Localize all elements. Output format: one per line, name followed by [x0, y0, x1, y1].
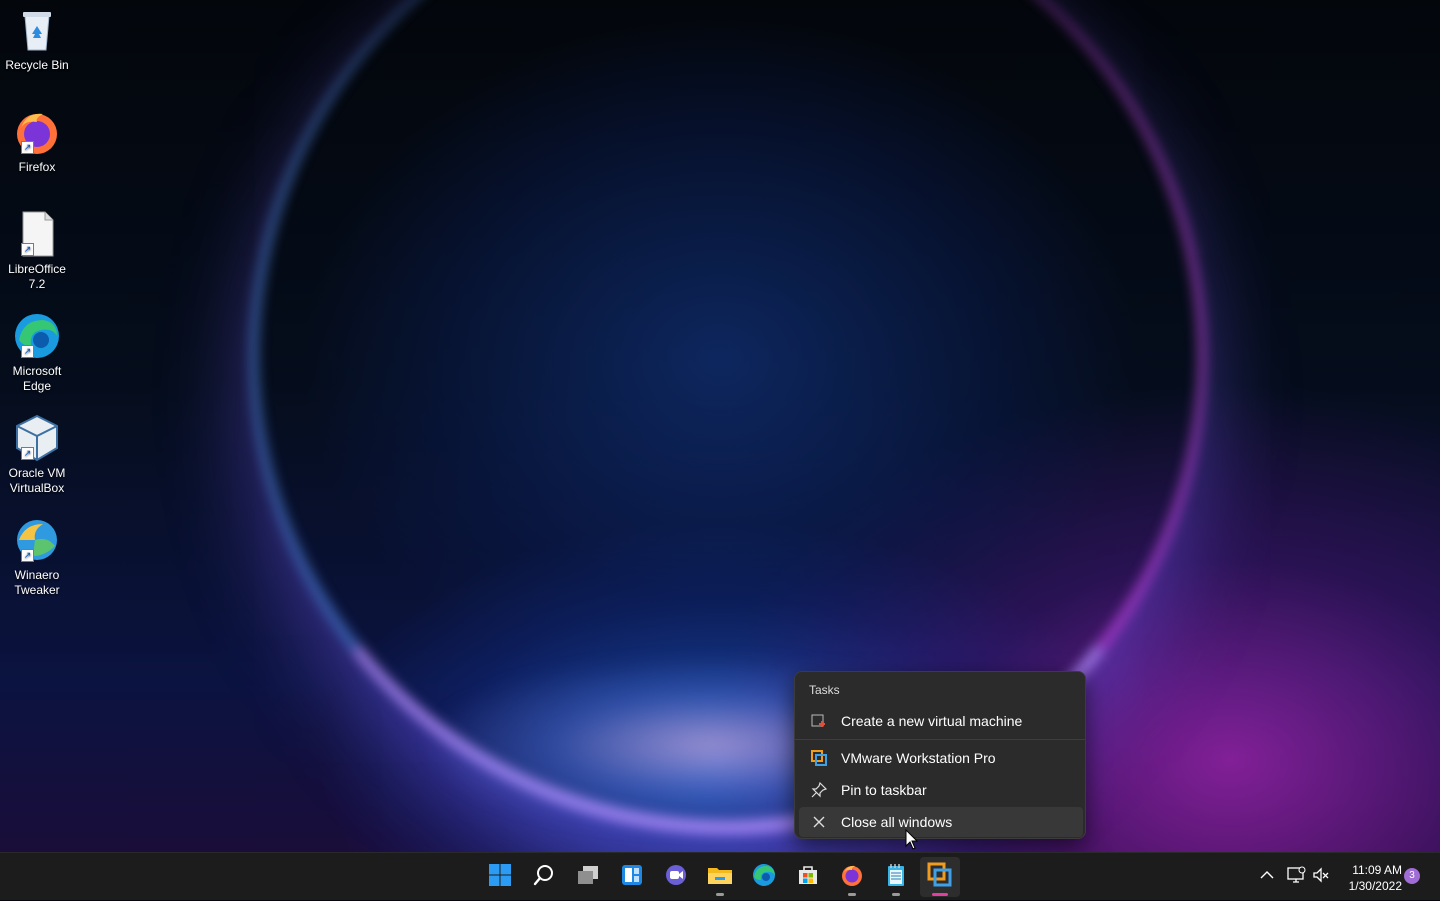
- taskbar-vmware-button[interactable]: [920, 857, 960, 897]
- store-icon: [796, 863, 820, 892]
- taskbar-clock[interactable]: 11:09 AM 1/30/2022: [1336, 862, 1402, 894]
- close-icon: [811, 814, 827, 830]
- notification-count-badge[interactable]: 3: [1404, 868, 1420, 884]
- taskbar-file-explorer-button[interactable]: [700, 857, 740, 897]
- windows-start-icon: [488, 863, 512, 892]
- widgets-icon: [620, 863, 644, 892]
- recycle-bin-icon: [13, 6, 61, 54]
- running-indicator: [892, 893, 900, 896]
- volume-muted-icon: [1312, 866, 1330, 889]
- menu-item-label: Create a new virtual machine: [841, 713, 1023, 729]
- menu-item-pin-to-taskbar[interactable]: Pin to taskbar: [799, 775, 1083, 805]
- libreoffice-icon: ↗: [13, 210, 61, 258]
- desktop-icon-label: Recycle Bin: [5, 58, 69, 72]
- clock-date: 1/30/2022: [1348, 879, 1402, 893]
- search-icon: [532, 863, 556, 892]
- taskbar-jump-list: Tasks Create a new virtual machine VMwar…: [794, 671, 1086, 839]
- new-vm-icon: [811, 713, 827, 729]
- desktop-icon-edge[interactable]: ↗ Microsoft Edge: [2, 312, 72, 394]
- clock-time: 11:09 AM: [1352, 863, 1402, 877]
- taskbar-start-button[interactable]: [480, 857, 520, 897]
- desktop-icon-recycle-bin[interactable]: Recycle Bin: [2, 6, 72, 73]
- chevron-up-icon: [1258, 866, 1276, 889]
- tray-volume-button[interactable]: [1312, 853, 1330, 901]
- firefox-icon: [840, 863, 864, 892]
- desktop-icon-label: Microsoft Edge: [12, 364, 62, 393]
- jump-list-section-title: Tasks: [809, 683, 840, 697]
- menu-item-label: Close all windows: [841, 814, 953, 830]
- task-view-icon: [576, 863, 600, 892]
- menu-divider: [795, 739, 1085, 740]
- winaero-tweaker-icon: ↗: [13, 516, 61, 564]
- desktop-icon-label: LibreOffice 7.2: [8, 262, 66, 291]
- desktop-icon-libreoffice[interactable]: ↗ LibreOffice 7.2: [2, 210, 72, 292]
- vmware-icon: [811, 750, 827, 766]
- taskbar-search-button[interactable]: [524, 857, 564, 897]
- shortcut-arrow-icon: ↗: [21, 243, 34, 256]
- shortcut-arrow-icon: ↗: [21, 549, 34, 562]
- taskbar-task-view-button[interactable]: [568, 857, 608, 897]
- tray-overflow-button[interactable]: [1258, 853, 1276, 901]
- active-indicator: [932, 893, 948, 896]
- desktop-icon-virtualbox[interactable]: ↗ Oracle VM VirtualBox: [2, 414, 72, 496]
- shortcut-arrow-icon: ↗: [21, 447, 34, 460]
- taskbar-firefox-button[interactable]: [832, 857, 872, 897]
- menu-item-label: Pin to taskbar: [841, 782, 927, 798]
- desktop-icon-label: Oracle VM VirtualBox: [8, 466, 66, 495]
- desktop-icon-firefox[interactable]: ↗ Firefox: [2, 108, 72, 175]
- teams-chat-icon: [664, 863, 688, 892]
- menu-item-create-new-vm[interactable]: Create a new virtual machine: [799, 706, 1083, 736]
- vmware-icon: [927, 862, 953, 893]
- file-explorer-icon: [707, 863, 733, 892]
- desktop-icon-label: Winaero Tweaker: [14, 568, 60, 597]
- taskbar-notepad-button[interactable]: [876, 857, 916, 897]
- edge-icon: ↗: [13, 312, 61, 360]
- desktop-icon-winaero-tweaker[interactable]: ↗ Winaero Tweaker: [2, 516, 72, 598]
- notepad-icon: [885, 863, 907, 892]
- menu-item-close-all-windows[interactable]: Close all windows: [799, 807, 1083, 837]
- menu-item-vmware-workstation-pro[interactable]: VMware Workstation Pro: [799, 743, 1083, 773]
- taskbar-store-button[interactable]: [788, 857, 828, 897]
- taskbar-chat-button[interactable]: [656, 857, 696, 897]
- running-indicator: [716, 893, 724, 896]
- network-icon: [1286, 866, 1306, 889]
- edge-icon: [752, 863, 776, 892]
- shortcut-arrow-icon: ↗: [21, 141, 34, 154]
- shortcut-arrow-icon: ↗: [21, 345, 34, 358]
- taskbar-widgets-button[interactable]: [612, 857, 652, 897]
- pin-icon: [811, 782, 827, 798]
- taskbar-edge-button[interactable]: [744, 857, 784, 897]
- running-indicator: [848, 893, 856, 896]
- desktop-wallpaper: [0, 0, 1440, 852]
- menu-item-label: VMware Workstation Pro: [841, 750, 996, 766]
- taskbar: 11:09 AM 1/30/2022: [0, 852, 1440, 900]
- firefox-icon: ↗: [13, 108, 61, 156]
- virtualbox-icon: ↗: [13, 414, 61, 462]
- desktop-icon-label: Firefox: [18, 160, 56, 174]
- tray-network-button[interactable]: [1286, 853, 1306, 901]
